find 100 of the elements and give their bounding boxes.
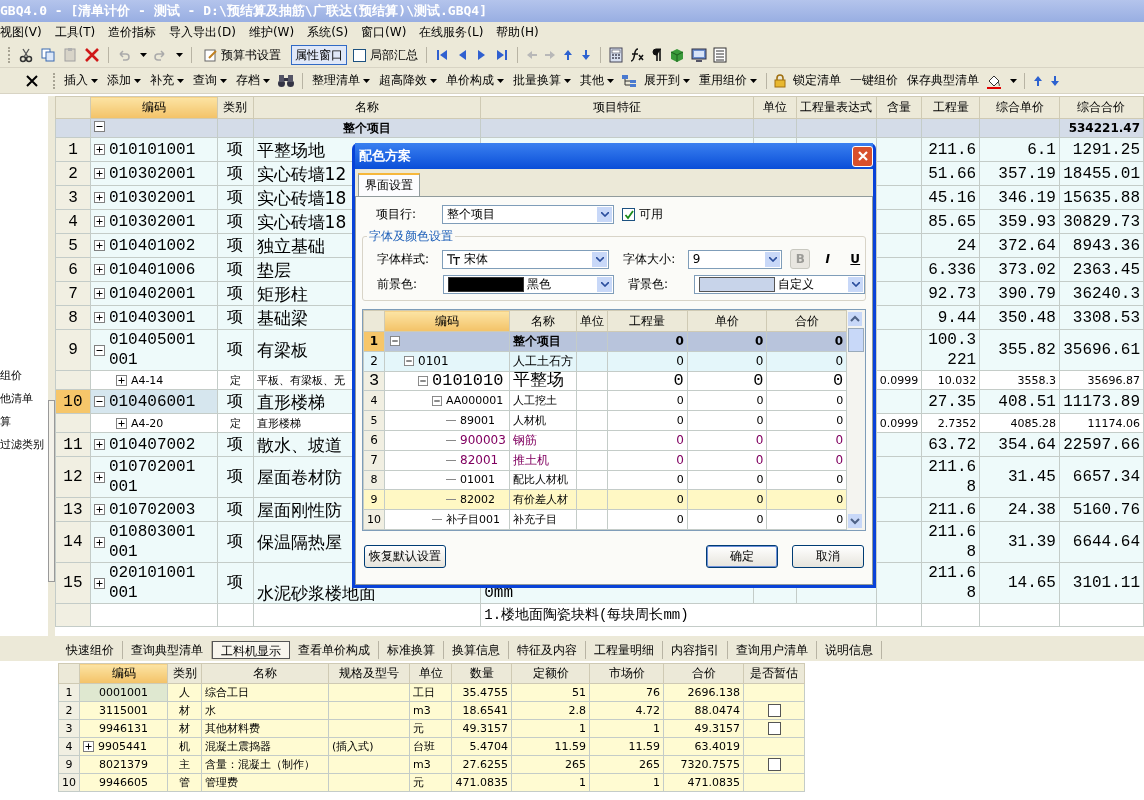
- column-header[interactable]: 工程量表达式: [796, 96, 877, 119]
- expand-toggle[interactable]: [93, 121, 105, 132]
- column-header[interactable]: 单价: [687, 310, 767, 332]
- column-header[interactable]: 名称: [509, 310, 577, 332]
- expand-toggle[interactable]: [93, 396, 105, 407]
- column-header[interactable]: 工程量: [921, 96, 980, 119]
- menu-item[interactable]: 导入导出(D): [169, 24, 236, 41]
- expand-toggle[interactable]: [93, 288, 105, 299]
- row-number[interactable]: 6: [55, 257, 91, 282]
- menu-item[interactable]: 窗口(W): [361, 24, 407, 41]
- expand-toggle[interactable]: [418, 376, 428, 386]
- expand-toggle[interactable]: [93, 144, 105, 155]
- expand-toggle[interactable]: [93, 504, 105, 515]
- toolbar-dropdown[interactable]: 存档: [234, 70, 272, 91]
- menu-item[interactable]: 在线服务(L): [419, 24, 484, 41]
- toolbar-dropdown[interactable]: 重用组价: [697, 70, 759, 91]
- column-header[interactable]: 单位: [753, 96, 797, 119]
- close-icon[interactable]: [26, 74, 38, 87]
- column-header[interactable]: 编码: [79, 663, 168, 684]
- column-header[interactable]: 合价: [663, 663, 744, 684]
- toolbar-button[interactable]: 一键组价: [848, 70, 900, 91]
- font-dropdown[interactable]: 宋体: [441, 249, 610, 269]
- list-icon[interactable]: [713, 47, 727, 63]
- column-header[interactable]: 合价: [766, 310, 847, 332]
- expand-toggle[interactable]: [115, 374, 127, 386]
- expand-toggle[interactable]: [93, 312, 105, 323]
- column-header[interactable]: 单位: [409, 663, 452, 684]
- checkbox[interactable]: 局部汇总: [353, 46, 418, 64]
- column-header[interactable]: 含量: [876, 96, 922, 119]
- expand-toggle[interactable]: [83, 741, 94, 752]
- toolbar-button[interactable]: 预算书设置: [200, 45, 285, 65]
- row-number[interactable]: 1: [55, 137, 91, 162]
- tab[interactable]: 说明信息: [817, 641, 882, 659]
- row-number[interactable]: 2: [55, 161, 91, 186]
- checkbox[interactable]: [767, 722, 781, 736]
- side-panel-item[interactable]: 算: [0, 414, 11, 429]
- column-header[interactable]: 定额价: [511, 663, 590, 684]
- ok-button[interactable]: 确定: [706, 545, 778, 568]
- down-arrow-icon[interactable]: [580, 49, 592, 61]
- tab[interactable]: 工料机显示: [212, 641, 290, 659]
- function-icon[interactable]: [629, 47, 645, 63]
- toolbar-dropdown[interactable]: 整理清单: [310, 70, 372, 91]
- column-header[interactable]: 名称: [201, 663, 329, 684]
- menu-item[interactable]: 工具(T): [54, 24, 96, 41]
- calculator-icon[interactable]: [609, 47, 623, 63]
- tab[interactable]: 标准换算: [379, 641, 444, 659]
- checkbox[interactable]: 可用: [622, 206, 663, 223]
- up-arrow-icon[interactable]: [562, 49, 574, 61]
- row-number[interactable]: 8: [55, 305, 91, 330]
- expand-toggle[interactable]: [93, 439, 105, 450]
- menu-item[interactable]: 视图(V): [0, 24, 42, 41]
- underline-button[interactable]: U: [845, 249, 865, 269]
- expand-toggle[interactable]: [432, 395, 442, 406]
- checkbox[interactable]: [767, 704, 781, 718]
- side-panel-item[interactable]: 他清单: [0, 391, 33, 406]
- toolbar-dropdown[interactable]: 补充: [148, 70, 186, 91]
- expand-toggle[interactable]: [93, 536, 105, 548]
- row-number[interactable]: 11: [55, 432, 91, 457]
- toolbar-dropdown[interactable]: 单价构成: [444, 70, 506, 91]
- toolbar-dropdown[interactable]: 超高降效: [377, 70, 439, 91]
- copy-icon[interactable]: [40, 47, 56, 63]
- menu-item[interactable]: 系统(S): [307, 24, 349, 41]
- row-number[interactable]: 4: [55, 209, 91, 234]
- expand-toggle[interactable]: [93, 264, 105, 275]
- toolbar-dropdown[interactable]: 展开到: [642, 70, 692, 91]
- binoculars-icon[interactable]: [277, 73, 295, 88]
- scrollbar[interactable]: [847, 310, 865, 530]
- color-dropdown[interactable]: 黑色: [442, 275, 614, 294]
- expand-toggle[interactable]: [93, 471, 105, 483]
- tab[interactable]: 界面设置: [358, 173, 420, 196]
- row-number[interactable]: 10: [55, 389, 91, 414]
- row-number[interactable]: 3: [55, 185, 91, 210]
- row-number[interactable]: 14: [55, 521, 91, 563]
- column-header[interactable]: 项目特征: [480, 96, 754, 119]
- column-header[interactable]: 工程量: [607, 310, 688, 332]
- column-header[interactable]: 单位: [576, 310, 608, 332]
- row-number[interactable]: 7: [55, 281, 91, 306]
- side-panel-item[interactable]: 过滤类别: [0, 437, 44, 452]
- column-header[interactable]: 综合单价: [979, 96, 1060, 119]
- tab[interactable]: 快速组价: [58, 641, 123, 659]
- row-number[interactable]: 5: [55, 233, 91, 258]
- column-header[interactable]: 名称: [253, 96, 481, 119]
- scroll-down-button[interactable]: [848, 514, 863, 528]
- row-number[interactable]: 9: [55, 329, 91, 371]
- expand-toggle[interactable]: [404, 356, 414, 367]
- cube-icon[interactable]: [669, 47, 685, 63]
- toolbar-dropdown[interactable]: 添加: [105, 70, 143, 91]
- tab[interactable]: 特征及内容: [509, 641, 586, 659]
- row-number[interactable]: 13: [55, 497, 91, 522]
- monitor-icon[interactable]: [691, 47, 707, 63]
- scroll-up-button[interactable]: [848, 312, 863, 326]
- expand-toggle[interactable]: [390, 336, 400, 347]
- toolbar-dropdown[interactable]: 其他: [578, 70, 616, 91]
- menu-item[interactable]: 帮助(H): [496, 24, 539, 41]
- column-header[interactable]: 数量: [451, 663, 512, 684]
- column-header[interactable]: 类别: [217, 96, 254, 119]
- move-down-icon[interactable]: [1049, 74, 1061, 87]
- menu-item[interactable]: 造价指标: [108, 24, 157, 41]
- toolbar-button[interactable]: 保存典型清单: [905, 70, 981, 91]
- toolbar-button[interactable]: 锁定清单: [791, 70, 843, 91]
